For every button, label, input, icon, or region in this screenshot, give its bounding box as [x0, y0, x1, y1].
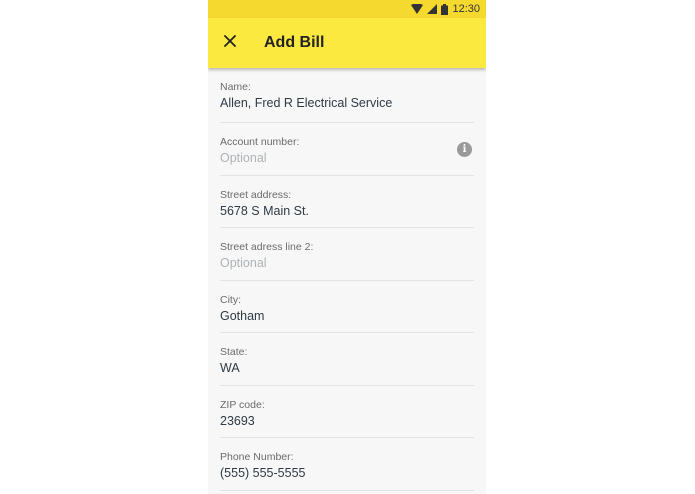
account-number-label: Account number:	[220, 136, 300, 148]
street-address-field[interactable]	[220, 202, 440, 220]
close-icon	[224, 34, 236, 52]
state-field[interactable]	[220, 360, 440, 377]
city-field[interactable]	[220, 307, 440, 325]
status-time: 12:30	[452, 3, 480, 15]
info-icon[interactable]: i	[457, 142, 472, 157]
street-address-row: Street address:	[220, 176, 474, 228]
name-label: Name:	[220, 81, 251, 93]
battery-icon	[441, 3, 449, 15]
phone-row: Phone Number:	[220, 438, 474, 491]
wifi-icon	[411, 4, 424, 14]
phone-label: Phone Number:	[220, 451, 294, 463]
name-field[interactable]	[220, 95, 440, 112]
page-title: Add Bill	[264, 34, 325, 51]
phone-field[interactable]	[220, 465, 440, 482]
street-address-2-field[interactable]	[220, 255, 440, 272]
signal-icon	[427, 4, 438, 14]
street-address-2-row: Street adress line 2:	[220, 228, 474, 281]
bill-form: Name: Account number: i Street address: …	[208, 68, 486, 491]
state-label: State:	[220, 346, 248, 358]
zip-field[interactable]	[220, 412, 440, 430]
app-screen: 12:30 Add Bill Name: Account number: i S…	[208, 0, 486, 494]
status-bar: 12:30	[208, 0, 486, 18]
zip-row: ZIP code:	[220, 386, 474, 438]
close-button[interactable]	[208, 21, 252, 65]
street-address-2-label: Street adress line 2:	[220, 241, 314, 253]
account-number-field[interactable]	[220, 150, 440, 167]
toolbar: Add Bill	[208, 18, 486, 68]
city-row: City:	[220, 281, 474, 333]
city-label: City:	[220, 293, 241, 306]
zip-label: ZIP code:	[220, 398, 265, 411]
account-number-row: Account number: i	[220, 123, 474, 176]
street-address-label: Street address:	[220, 188, 292, 201]
state-row: State:	[220, 333, 474, 386]
name-row: Name:	[220, 68, 474, 123]
